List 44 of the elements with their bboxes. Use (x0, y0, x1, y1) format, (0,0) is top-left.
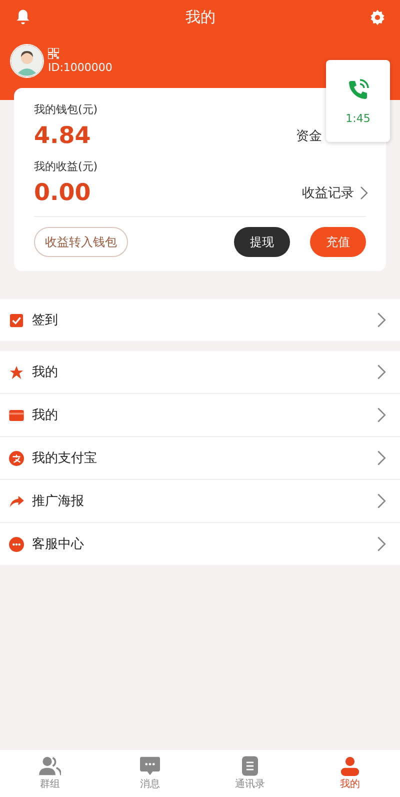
bell-icon[interactable] (14, 8, 32, 26)
menu-item[interactable]: 我的 (0, 394, 400, 437)
card-icon (9, 410, 24, 420)
person-icon (340, 756, 360, 776)
chevron-right-icon (377, 312, 386, 328)
menu-item[interactable]: 我的 (0, 351, 400, 394)
withdraw-button[interactable]: 提现 (234, 227, 290, 257)
star-icon (9, 364, 24, 380)
tab-item[interactable]: 通讯录 (200, 750, 300, 797)
page-title: 我的 (186, 8, 216, 26)
payment-icon (9, 450, 24, 466)
tab-item[interactable]: 群组 (0, 750, 100, 797)
user-id: ID:1000000 (48, 61, 112, 74)
avatar-icon[interactable] (10, 44, 44, 78)
chevron-right-icon (377, 364, 386, 380)
contacts-icon (242, 756, 258, 776)
chevron-right-icon (377, 493, 386, 509)
message-icon (140, 756, 160, 776)
earnings-amount: 0.00 (34, 180, 92, 206)
menu-item[interactable]: 签到 (0, 299, 400, 341)
call-widget[interactable]: 1:45 (326, 60, 390, 142)
settings-icon[interactable] (369, 8, 386, 26)
chevron-right-icon[interactable] (360, 186, 368, 200)
checkbox-icon (9, 312, 24, 328)
earnings-record-link[interactable]: 收益记录 (302, 184, 354, 202)
menu-item[interactable]: 我的支付宝 (0, 437, 400, 480)
earnings-label: 我的收益(元) (34, 159, 98, 174)
transfer-button[interactable]: 收益转入钱包 (34, 227, 128, 257)
funds-record-link[interactable]: 资金 (296, 127, 322, 145)
chevron-right-icon (377, 450, 386, 466)
group-icon (39, 756, 61, 776)
share-icon (9, 494, 24, 508)
chevron-right-icon (377, 536, 386, 552)
wallet-label: 我的钱包(元) (34, 102, 98, 117)
recharge-button[interactable]: 充值 (310, 227, 366, 257)
menu-item[interactable]: 客服中心 (0, 523, 400, 565)
chat-icon (9, 536, 24, 552)
chevron-right-icon (377, 407, 386, 423)
tab-item[interactable]: 我的 (300, 750, 400, 797)
qr-code-icon[interactable] (48, 48, 59, 59)
tab-item[interactable]: 消息 (100, 750, 200, 797)
menu-item[interactable]: 推广海报 (0, 480, 400, 523)
wallet-amount: 4.84 (34, 123, 92, 149)
phone-icon (346, 78, 370, 102)
